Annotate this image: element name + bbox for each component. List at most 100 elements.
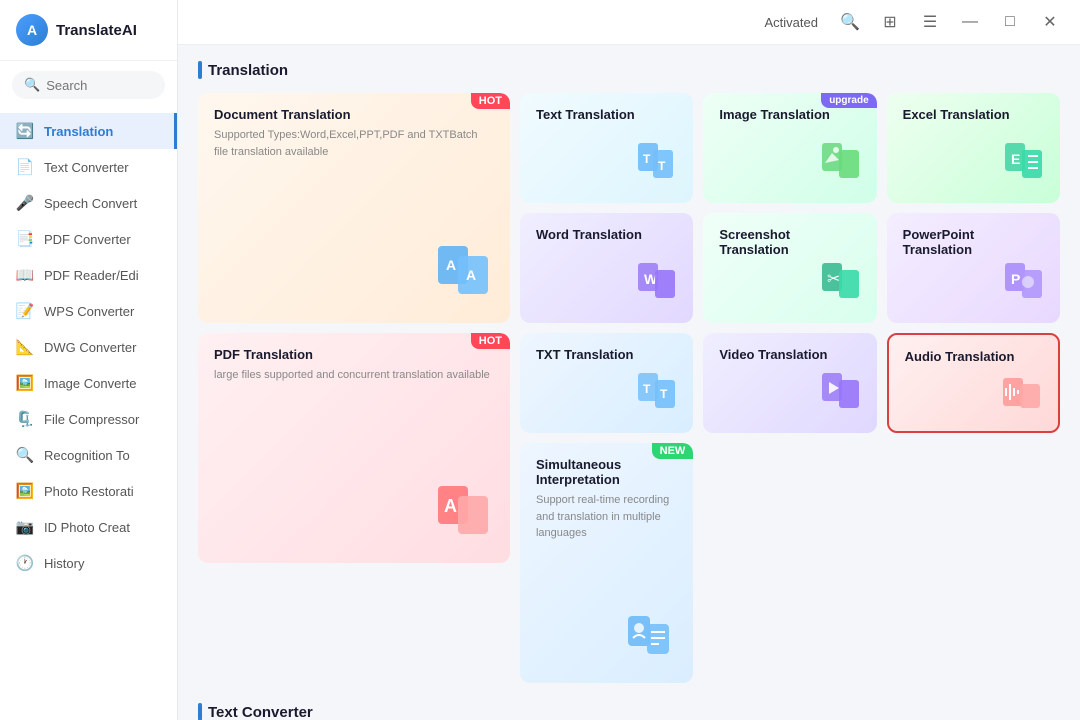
screenshot-translation-card[interactable]: Screenshot Translation ✂ [703, 213, 876, 323]
maximize-button[interactable]: □ [996, 8, 1024, 36]
sidebar-item-label: DWG Converter [44, 340, 136, 355]
card-title: Image Translation [719, 107, 860, 122]
sidebar-item-id-photo[interactable]: 📷 ID Photo Creat [0, 509, 177, 545]
logo-icon: A [16, 14, 48, 46]
sidebar-item-label: File Compressor [44, 412, 139, 427]
video-translation-card[interactable]: Video Translation [703, 333, 876, 433]
translation-grid: HOT Document Translation Supported Types… [198, 93, 1060, 683]
txt-translation-card[interactable]: TXT Translation T T [520, 333, 693, 433]
word-translation-card[interactable]: Word Translation W [520, 213, 693, 323]
card-icon: T T [633, 368, 683, 423]
card-icon: E [1000, 138, 1050, 193]
sidebar-item-photo-restore[interactable]: 🖼️ Photo Restorati [0, 473, 177, 509]
hot-badge: HOT [471, 93, 510, 109]
sidebar-item-pdf-converter[interactable]: 📑 PDF Converter [0, 221, 177, 257]
search-input[interactable] [46, 78, 153, 93]
card-desc: Supported Types:Word,Excel,PPT,PDF and T… [214, 127, 494, 160]
sidebar-item-translation[interactable]: 🔄 Translation [0, 113, 177, 149]
svg-text:E: E [1011, 151, 1020, 167]
sim-interpretation-card[interactable]: NEW Simultaneous Interpretation Support … [520, 443, 693, 683]
minimize-button[interactable]: — [956, 8, 984, 36]
sidebar-item-label: History [44, 556, 84, 571]
card-icon: ✂ [817, 258, 867, 313]
card-icon: A [430, 478, 500, 553]
doc-translation-card[interactable]: HOT Document Translation Supported Types… [198, 93, 510, 323]
image-translation-card[interactable]: upgrade Image Translation [703, 93, 876, 203]
id-photo-icon: 📷 [16, 518, 34, 536]
title-bar: Activated 🔍 ⊞ ☰ — □ ✕ [178, 0, 1080, 45]
svg-text:A: A [466, 267, 476, 283]
card-icon [817, 368, 867, 423]
sidebar: A TranslateAI 🔍 🔄 Translation 📄 Text Con… [0, 0, 178, 720]
activated-badge: Activated [765, 15, 818, 30]
dwg-icon: 📐 [16, 338, 34, 356]
close-button[interactable]: ✕ [1036, 8, 1064, 36]
card-desc: Support real-time recording and translat… [536, 492, 677, 542]
translation-icon: 🔄 [16, 122, 34, 140]
sidebar-nav: 🔄 Translation 📄 Text Converter 🎤 Speech … [0, 109, 177, 720]
card-title: Screenshot Translation [719, 227, 860, 257]
sidebar-item-image-converter[interactable]: 🖼️ Image Converte [0, 365, 177, 401]
search-box[interactable]: 🔍 [12, 71, 165, 99]
photo-icon: 🖼️ [16, 482, 34, 500]
text-converter-icon: 📄 [16, 158, 34, 176]
sidebar-item-history[interactable]: 🕐 History [0, 545, 177, 581]
upgrade-badge: upgrade [821, 93, 876, 108]
card-desc: large files supported and concurrent tra… [214, 367, 494, 384]
card-title: PDF Translation [214, 347, 494, 362]
svg-text:T: T [660, 387, 668, 401]
text-converter-section-title: Text Converter [198, 703, 1060, 720]
sidebar-item-label: Text Converter [44, 160, 129, 175]
sidebar-item-dwg-converter[interactable]: 📐 DWG Converter [0, 329, 177, 365]
main-content: Activated 🔍 ⊞ ☰ — □ ✕ Translation HOT Do… [178, 0, 1080, 720]
text-translation-card[interactable]: Text Translation T T [520, 93, 693, 203]
app-logo: A TranslateAI [0, 0, 177, 61]
card-icon: W [633, 258, 683, 313]
sidebar-item-label: ID Photo Creat [44, 520, 130, 535]
card-title: Audio Translation [905, 349, 1042, 364]
card-icon [998, 366, 1048, 421]
svg-text:T: T [658, 159, 666, 173]
sidebar-item-label: Translation [44, 124, 113, 139]
card-title: Document Translation [214, 107, 494, 122]
svg-text:✂: ✂ [827, 271, 840, 288]
compress-icon: 🗜️ [16, 410, 34, 428]
card-title: PowerPoint Translation [903, 227, 1044, 257]
recognition-icon: 🔍 [16, 446, 34, 464]
wps-icon: 📝 [16, 302, 34, 320]
search-button[interactable]: 🔍 [836, 8, 864, 36]
sidebar-item-pdf-reader[interactable]: 📖 PDF Reader/Edi [0, 257, 177, 293]
new-badge: NEW [652, 443, 694, 459]
sidebar-item-label: Speech Convert [44, 196, 137, 211]
app-name: TranslateAI [56, 22, 137, 39]
sidebar-item-wps-converter[interactable]: 📝 WPS Converter [0, 293, 177, 329]
sidebar-item-text-converter[interactable]: 📄 Text Converter [0, 149, 177, 185]
excel-translation-card[interactable]: Excel Translation E [887, 93, 1060, 203]
pdf-translation-card[interactable]: HOT PDF Translation large files supporte… [198, 333, 510, 563]
sidebar-item-label: Photo Restorati [44, 484, 134, 499]
card-title: Text Translation [536, 107, 677, 122]
sidebar-item-label: Recognition To [44, 448, 130, 463]
grid-button[interactable]: ⊞ [876, 8, 904, 36]
svg-text:T: T [643, 382, 651, 396]
card-icon: T T [633, 138, 683, 193]
card-title: Excel Translation [903, 107, 1044, 122]
history-icon: 🕐 [16, 554, 34, 572]
sidebar-item-label: WPS Converter [44, 304, 134, 319]
card-title: Word Translation [536, 227, 677, 242]
sidebar-item-label: Image Converte [44, 376, 137, 391]
ppt-translation-card[interactable]: PowerPoint Translation P [887, 213, 1060, 323]
svg-text:T: T [643, 152, 651, 166]
audio-translation-card[interactable]: Audio Translation [887, 333, 1060, 433]
hot-badge-2: HOT [471, 333, 510, 349]
card-icon: A A [430, 238, 500, 313]
card-icon: P [1000, 258, 1050, 313]
sidebar-item-speech-convert[interactable]: 🎤 Speech Convert [0, 185, 177, 221]
pdf-reader-icon: 📖 [16, 266, 34, 284]
menu-button[interactable]: ☰ [916, 8, 944, 36]
image-conv-icon: 🖼️ [16, 374, 34, 392]
sidebar-item-recognition[interactable]: 🔍 Recognition To [0, 437, 177, 473]
card-icon [817, 138, 867, 193]
sidebar-item-file-compressor[interactable]: 🗜️ File Compressor [0, 401, 177, 437]
content-area: Translation HOT Document Translation Sup… [178, 45, 1080, 720]
